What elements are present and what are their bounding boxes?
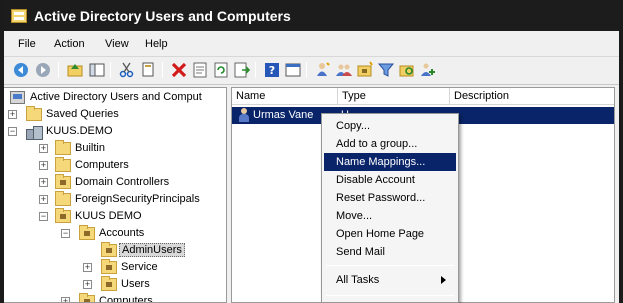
new-user-icon[interactable] <box>314 61 332 79</box>
up-folder-icon[interactable] <box>66 61 84 79</box>
toolbar-separator <box>306 62 307 78</box>
refresh-icon[interactable] <box>212 61 230 79</box>
folder-icon <box>26 106 42 121</box>
expand-icon[interactable]: + <box>39 161 48 170</box>
toolbar: ? <box>4 57 619 85</box>
aduc-icon <box>10 91 25 104</box>
expand-icon[interactable]: + <box>39 144 48 153</box>
new-group-icon[interactable] <box>335 61 353 79</box>
menu-separator <box>326 265 454 266</box>
aduc-window: Active Directory Users and Computers Fil… <box>0 0 623 303</box>
collapse-icon[interactable]: − <box>8 127 17 136</box>
cut-icon[interactable] <box>118 61 136 79</box>
console-icon[interactable] <box>284 61 302 79</box>
title-bar[interactable]: Active Directory Users and Computers <box>4 0 619 31</box>
tree-item-label: Domain Controllers <box>75 176 170 188</box>
menu-item-all-tasks[interactable]: All Tasks <box>324 271 456 289</box>
tree-item-label: Builtin <box>75 142 105 154</box>
menu-view[interactable]: View <box>105 38 129 50</box>
ou-folder-icon <box>79 293 95 302</box>
folder-icon <box>55 140 71 155</box>
toolbar-separator <box>58 62 59 78</box>
tree-item-label: Users <box>121 278 150 290</box>
user-icon <box>238 108 250 123</box>
tree-item-label: ForeignSecurityPrincipals <box>75 193 200 205</box>
menu-item-send-mail[interactable]: Send Mail <box>324 243 456 261</box>
window-title: Active Directory Users and Computers <box>34 8 291 24</box>
expand-icon[interactable]: + <box>39 195 48 204</box>
tree-item-label: Computers <box>75 159 129 171</box>
menu-item-name-mappings[interactable]: Name Mappings... <box>324 153 456 171</box>
folder-icon <box>55 191 71 206</box>
column-header-name[interactable]: Name <box>232 88 338 105</box>
toolbar-separator <box>110 62 111 78</box>
tree-item-label: Accounts <box>99 227 145 239</box>
ou-folder-icon <box>101 242 117 257</box>
menu-action[interactable]: Action <box>54 38 85 50</box>
ou-folder-icon <box>55 208 71 223</box>
context-menu: Copy... Add to a group... Name Mappings.… <box>321 113 459 303</box>
menu-help[interactable]: Help <box>145 38 168 50</box>
copy-icon[interactable] <box>139 61 157 79</box>
find-icon[interactable] <box>398 61 416 79</box>
user-name: Urmas Vane <box>253 109 314 121</box>
expand-icon[interactable]: + <box>83 263 92 272</box>
tree-item-label-selected: AdminUsers <box>119 243 185 257</box>
expand-icon[interactable]: + <box>61 297 70 302</box>
list-header: Name Type Description <box>232 88 614 105</box>
toolbar-separator <box>162 62 163 78</box>
menu-bar: File Action View Help <box>4 31 619 57</box>
column-header-description[interactable]: Description <box>450 88 614 105</box>
aduc-app-icon <box>11 9 27 23</box>
ou-folder-icon <box>101 259 117 274</box>
menu-item-copy[interactable]: Copy... <box>324 117 456 135</box>
menu-item-label: All Tasks <box>336 274 380 286</box>
properties-icon[interactable] <box>191 61 209 79</box>
menu-item-move[interactable]: Move... <box>324 207 456 225</box>
tree-item-label: KUUS.DEMO <box>46 125 113 137</box>
menu-item-add-to-group[interactable]: Add to a group... <box>324 135 456 153</box>
svg-text:?: ? <box>269 64 275 77</box>
delete-icon[interactable] <box>170 61 188 79</box>
tree-item-label: KUUS DEMO <box>75 210 142 222</box>
ou-folder-icon <box>55 174 71 189</box>
forward-icon[interactable] <box>34 61 52 79</box>
ou-folder-icon <box>101 276 117 291</box>
collapse-icon[interactable]: − <box>61 229 70 238</box>
collapse-icon[interactable]: − <box>39 212 48 221</box>
tree-item-label: Active Directory Users and Comput <box>30 91 202 103</box>
expand-icon[interactable]: + <box>39 178 48 187</box>
back-icon[interactable] <box>12 61 30 79</box>
menu-file[interactable]: File <box>18 38 36 50</box>
menu-separator <box>326 295 454 296</box>
menu-item-open-home-page[interactable]: Open Home Page <box>324 225 456 243</box>
submenu-arrow-icon <box>441 276 446 284</box>
tree-item-label: Service <box>121 261 158 273</box>
add-to-group-icon[interactable] <box>419 61 437 79</box>
tree-item-label: Computers <box>99 295 153 303</box>
folder-icon <box>55 157 71 172</box>
export-list-icon[interactable] <box>233 61 251 79</box>
column-header-type[interactable]: Type <box>338 88 450 105</box>
expand-icon[interactable]: + <box>83 280 92 289</box>
console-tree[interactable]: Active Directory Users and Comput + Save… <box>4 87 227 303</box>
menu-item-disable-account[interactable]: Disable Account <box>324 171 456 189</box>
show-hide-console-tree-icon[interactable] <box>88 61 106 79</box>
domain-icon <box>26 125 43 140</box>
expand-icon[interactable]: + <box>8 110 17 119</box>
filter-icon[interactable] <box>377 61 395 79</box>
tree-item-label: Saved Queries <box>46 108 119 120</box>
new-ou-icon[interactable] <box>356 61 374 79</box>
toolbar-separator <box>255 62 256 78</box>
menu-item-reset-password[interactable]: Reset Password... <box>324 189 456 207</box>
ou-folder-icon <box>79 225 95 240</box>
help-icon[interactable]: ? <box>263 61 281 79</box>
